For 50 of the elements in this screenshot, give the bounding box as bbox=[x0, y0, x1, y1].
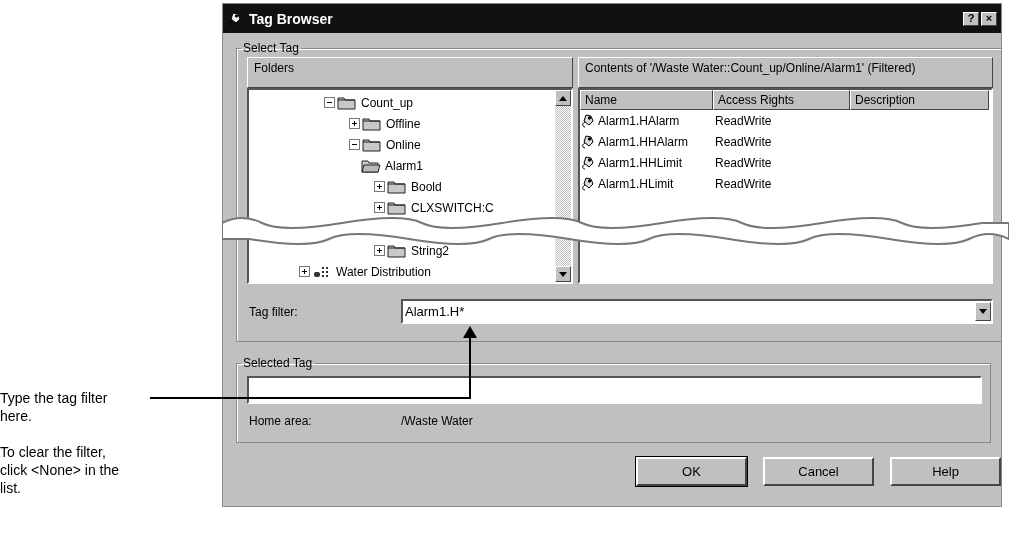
group-title: Selected Tag bbox=[242, 356, 314, 370]
window-title: Tag Browser bbox=[249, 10, 334, 27]
collapse-icon[interactable] bbox=[349, 139, 360, 150]
close-button[interactable]: × bbox=[981, 11, 997, 26]
tree-item[interactable]: Boold bbox=[409, 179, 444, 194]
expand-icon[interactable] bbox=[299, 266, 310, 277]
tree-item[interactable]: Count_up bbox=[359, 95, 416, 110]
tag-filter-dropdown[interactable]: Alarm1.H* bbox=[401, 299, 993, 324]
tag-icon bbox=[580, 112, 596, 129]
tree-item[interactable]: Alarm1 bbox=[383, 158, 425, 173]
home-area-value: /Waste Water bbox=[401, 414, 473, 428]
contents-header: Contents of '/Waste Water::Count_up/Online/Alarm1' (Filtered) bbox=[578, 57, 993, 88]
help-button[interactable]: ? bbox=[963, 11, 979, 26]
expand-icon[interactable] bbox=[349, 118, 360, 129]
tag-icon bbox=[580, 154, 596, 171]
tag-name[interactable]: Alarm1.HHLimit bbox=[596, 155, 713, 170]
access-rights: ReadWrite bbox=[714, 134, 773, 149]
scroll-up-icon[interactable] bbox=[555, 90, 571, 106]
callout-text: To clear the filter, click <None> in the list. bbox=[0, 443, 121, 497]
access-rights: ReadWrite bbox=[714, 113, 773, 128]
home-area-label: Home area: bbox=[249, 414, 313, 428]
scroll-down-icon[interactable] bbox=[555, 266, 571, 282]
column-header[interactable]: Access Rights bbox=[713, 90, 850, 110]
tag-filter-label: Tag filter: bbox=[249, 304, 299, 319]
collapse-icon[interactable] bbox=[324, 97, 335, 108]
tree-item[interactable]: Online bbox=[384, 137, 423, 152]
tag-name[interactable]: Alarm1.HHAlarm bbox=[596, 134, 713, 149]
column-header[interactable]: Description bbox=[850, 90, 989, 110]
tree-item[interactable]: String2 bbox=[409, 243, 452, 258]
tag-icon bbox=[580, 175, 596, 192]
expand-icon[interactable] bbox=[374, 245, 385, 256]
tag-icon bbox=[227, 10, 243, 27]
tree-item[interactable]: CLXSWITCH:C bbox=[409, 200, 496, 215]
access-rights: ReadWrite bbox=[714, 176, 773, 191]
expand-icon[interactable] bbox=[374, 202, 385, 213]
selected-tag-field[interactable] bbox=[247, 376, 982, 404]
tag-name[interactable]: Alarm1.HLimit bbox=[596, 176, 713, 191]
folders-header: Folders bbox=[247, 57, 573, 88]
group-title: Select Tag bbox=[242, 41, 300, 55]
access-rights: ReadWrite bbox=[714, 155, 773, 170]
callout-text: Type the tag filter here. bbox=[0, 389, 109, 425]
dialog-button[interactable]: Cancel bbox=[763, 457, 874, 486]
expand-icon[interactable] bbox=[374, 181, 385, 192]
tag-icon bbox=[580, 133, 596, 150]
dialog-button[interactable]: OK bbox=[636, 457, 747, 486]
tag-name[interactable]: Alarm1.HAlarm bbox=[596, 113, 713, 128]
tree-item[interactable]: Offline bbox=[384, 116, 423, 131]
column-header[interactable]: Name bbox=[580, 90, 713, 110]
tree-item[interactable]: Water Distribution bbox=[334, 264, 433, 279]
dialog-button[interactable]: Help bbox=[890, 457, 1001, 486]
